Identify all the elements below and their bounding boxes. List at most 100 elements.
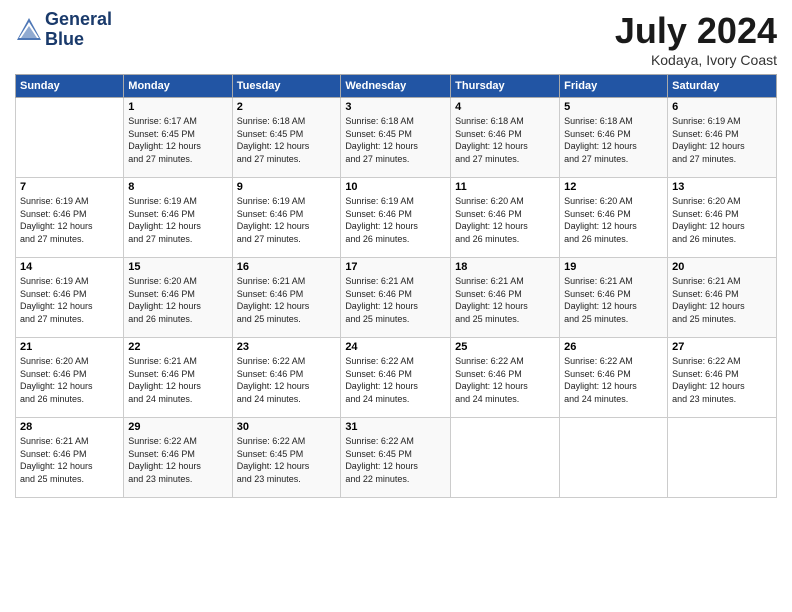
- day-number: 29: [128, 421, 227, 433]
- day-number: 12: [564, 181, 663, 193]
- calendar-cell: 19 Sunrise: 6:21 AM Sunset: 6:46 PM Dayli…: [560, 258, 668, 338]
- header: General Blue July 2024 Kodaya, Ivory Coa…: [15, 10, 777, 68]
- day-number: 16: [237, 261, 337, 273]
- day-info: Sunrise: 6:21 AM Sunset: 6:46 PM Dayligh…: [345, 275, 446, 325]
- day-info: Sunrise: 6:19 AM Sunset: 6:46 PM Dayligh…: [237, 195, 337, 245]
- day-number: 2: [237, 101, 337, 113]
- day-number: 3: [345, 101, 446, 113]
- calendar-table: Sunday Monday Tuesday Wednesday Thursday…: [15, 74, 777, 498]
- day-number: 22: [128, 341, 227, 353]
- calendar-week-row: 21 Sunrise: 6:20 AM Sunset: 6:46 PM Dayli…: [16, 338, 777, 418]
- day-number: 24: [345, 341, 446, 353]
- calendar-cell: 4 Sunrise: 6:18 AM Sunset: 6:46 PM Daylig…: [451, 98, 560, 178]
- location: Kodaya, Ivory Coast: [615, 52, 777, 68]
- day-info: Sunrise: 6:18 AM Sunset: 6:45 PM Dayligh…: [237, 115, 337, 165]
- day-info: Sunrise: 6:18 AM Sunset: 6:46 PM Dayligh…: [455, 115, 555, 165]
- day-info: Sunrise: 6:22 AM Sunset: 6:45 PM Dayligh…: [237, 435, 337, 485]
- day-number: 11: [455, 181, 555, 193]
- calendar-week-row: 1 Sunrise: 6:17 AM Sunset: 6:45 PM Daylig…: [16, 98, 777, 178]
- calendar-week-row: 14 Sunrise: 6:19 AM Sunset: 6:46 PM Dayli…: [16, 258, 777, 338]
- day-number: 26: [564, 341, 663, 353]
- day-number: 19: [564, 261, 663, 273]
- calendar-cell: 5 Sunrise: 6:18 AM Sunset: 6:46 PM Daylig…: [560, 98, 668, 178]
- calendar-cell: [16, 98, 124, 178]
- day-number: 10: [345, 181, 446, 193]
- day-info: Sunrise: 6:20 AM Sunset: 6:46 PM Dayligh…: [672, 195, 772, 245]
- day-info: Sunrise: 6:20 AM Sunset: 6:46 PM Dayligh…: [564, 195, 663, 245]
- day-number: 23: [237, 341, 337, 353]
- calendar-cell: 8 Sunrise: 6:19 AM Sunset: 6:46 PM Daylig…: [124, 178, 232, 258]
- day-number: 14: [20, 261, 119, 273]
- calendar-cell: 30Sunrise: 6:22 AM Sunset: 6:45 PM Dayli…: [232, 418, 341, 498]
- day-number: 13: [672, 181, 772, 193]
- day-info: Sunrise: 6:20 AM Sunset: 6:46 PM Dayligh…: [455, 195, 555, 245]
- calendar-cell: 17 Sunrise: 6:21 AM Sunset: 6:46 PM Dayli…: [341, 258, 451, 338]
- day-info: Sunrise: 6:18 AM Sunset: 6:46 PM Dayligh…: [564, 115, 663, 165]
- day-info: Sunrise: 6:22 AM Sunset: 6:46 PM Dayligh…: [345, 355, 446, 405]
- day-number: 18: [455, 261, 555, 273]
- day-number: 1: [128, 101, 227, 113]
- day-number: 6: [672, 101, 772, 113]
- header-sunday: Sunday: [16, 75, 124, 98]
- day-info: Sunrise: 6:19 AM Sunset: 6:46 PM Dayligh…: [128, 195, 227, 245]
- calendar-cell: 20Sunrise: 6:21 AM Sunset: 6:46 PM Dayli…: [668, 258, 777, 338]
- month-title: July 2024: [615, 10, 777, 52]
- day-number: 27: [672, 341, 772, 353]
- calendar-cell: 27 Sunrise: 6:22 AM Sunset: 6:46 PM Dayli…: [668, 338, 777, 418]
- calendar-cell: 12 Sunrise: 6:20 AM Sunset: 6:46 PM Dayli…: [560, 178, 668, 258]
- day-number: 17: [345, 261, 446, 273]
- calendar-cell: 11 Sunrise: 6:20 AM Sunset: 6:46 PM Dayli…: [451, 178, 560, 258]
- calendar-cell: 7Sunrise: 6:19 AM Sunset: 6:46 PM Daylig…: [16, 178, 124, 258]
- day-info: Sunrise: 6:17 AM Sunset: 6:45 PM Dayligh…: [128, 115, 227, 165]
- calendar-cell: 1 Sunrise: 6:17 AM Sunset: 6:45 PM Daylig…: [124, 98, 232, 178]
- calendar-week-row: 28Sunrise: 6:21 AM Sunset: 6:46 PM Dayli…: [16, 418, 777, 498]
- day-number: 15: [128, 261, 227, 273]
- day-info: Sunrise: 6:22 AM Sunset: 6:46 PM Dayligh…: [564, 355, 663, 405]
- day-number: 21: [20, 341, 119, 353]
- day-info: Sunrise: 6:21 AM Sunset: 6:46 PM Dayligh…: [128, 355, 227, 405]
- calendar-cell: 31 Sunrise: 6:22 AM Sunset: 6:45 PM Dayli…: [341, 418, 451, 498]
- weekday-header-row: Sunday Monday Tuesday Wednesday Thursday…: [16, 75, 777, 98]
- header-monday: Monday: [124, 75, 232, 98]
- day-info: Sunrise: 6:20 AM Sunset: 6:46 PM Dayligh…: [128, 275, 227, 325]
- day-info: Sunrise: 6:20 AM Sunset: 6:46 PM Dayligh…: [20, 355, 119, 405]
- calendar-week-row: 7 Sunrise: 6:19 AM Sunset: 6:46 PM Daylig…: [16, 178, 777, 258]
- calendar-cell: 15 Sunrise: 6:20 AM Sunset: 6:46 PM Dayli…: [124, 258, 232, 338]
- calendar-cell: 22 Sunrise: 6:21 AM Sunset: 6:46 PM Dayli…: [124, 338, 232, 418]
- calendar-page: General Blue July 2024 Kodaya, Ivory Coa…: [0, 0, 792, 612]
- day-number: 31: [345, 421, 446, 433]
- day-info: Sunrise: 6:22 AM Sunset: 6:46 PM Dayligh…: [672, 355, 772, 405]
- day-info: Sunrise: 6:19 AM Sunset: 6:46 PM Dayligh…: [20, 275, 119, 325]
- day-number: 4: [455, 101, 555, 113]
- day-number: 7: [20, 181, 119, 193]
- calendar-cell: 9Sunrise: 6:19 AM Sunset: 6:46 PM Daylig…: [232, 178, 341, 258]
- day-info: Sunrise: 6:19 AM Sunset: 6:46 PM Dayligh…: [345, 195, 446, 245]
- header-saturday: Saturday: [668, 75, 777, 98]
- day-info: Sunrise: 6:19 AM Sunset: 6:46 PM Dayligh…: [672, 115, 772, 165]
- calendar-cell: 23Sunrise: 6:22 AM Sunset: 6:46 PM Dayli…: [232, 338, 341, 418]
- calendar-cell: 25 Sunrise: 6:22 AM Sunset: 6:46 PM Dayli…: [451, 338, 560, 418]
- calendar-cell: 13 Sunrise: 6:20 AM Sunset: 6:46 PM Dayli…: [668, 178, 777, 258]
- day-info: Sunrise: 6:22 AM Sunset: 6:46 PM Dayligh…: [455, 355, 555, 405]
- day-info: Sunrise: 6:18 AM Sunset: 6:45 PM Dayligh…: [345, 115, 446, 165]
- header-wednesday: Wednesday: [341, 75, 451, 98]
- calendar-cell: 26 Sunrise: 6:22 AM Sunset: 6:46 PM Dayli…: [560, 338, 668, 418]
- calendar-cell: [668, 418, 777, 498]
- calendar-cell: 6 Sunrise: 6:19 AM Sunset: 6:46 PM Daylig…: [668, 98, 777, 178]
- calendar-cell: [560, 418, 668, 498]
- day-info: Sunrise: 6:21 AM Sunset: 6:46 PM Dayligh…: [564, 275, 663, 325]
- day-info: Sunrise: 6:21 AM Sunset: 6:46 PM Dayligh…: [672, 275, 772, 325]
- logo-icon: [15, 16, 43, 44]
- day-info: Sunrise: 6:22 AM Sunset: 6:45 PM Dayligh…: [345, 435, 446, 485]
- day-number: 8: [128, 181, 227, 193]
- logo-line2: Blue: [45, 30, 112, 50]
- logo-line1: General: [45, 10, 112, 30]
- header-tuesday: Tuesday: [232, 75, 341, 98]
- header-thursday: Thursday: [451, 75, 560, 98]
- calendar-cell: 18Sunrise: 6:21 AM Sunset: 6:46 PM Dayli…: [451, 258, 560, 338]
- title-area: July 2024 Kodaya, Ivory Coast: [615, 10, 777, 68]
- day-number: 5: [564, 101, 663, 113]
- calendar-cell: 2 Sunrise: 6:18 AM Sunset: 6:45 PM Daylig…: [232, 98, 341, 178]
- header-friday: Friday: [560, 75, 668, 98]
- day-number: 25: [455, 341, 555, 353]
